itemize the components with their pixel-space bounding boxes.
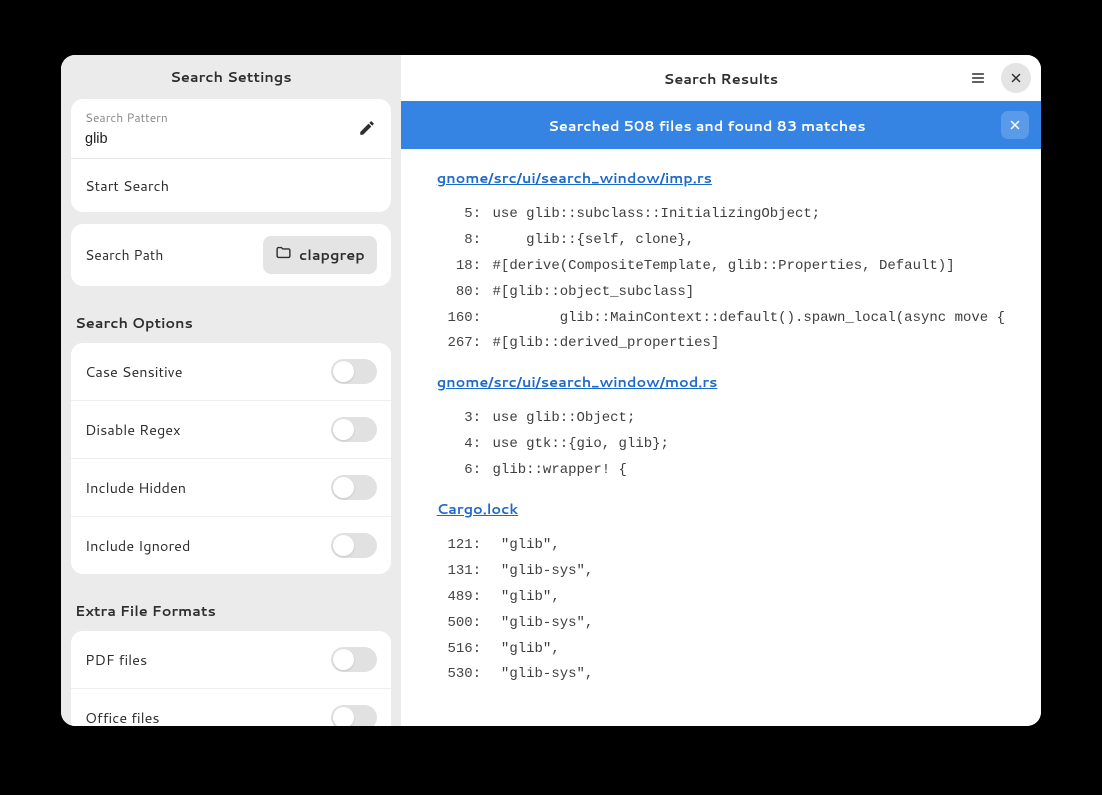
match-line[interactable]: 121: "glib", [437,533,1005,559]
search-pattern-input[interactable] [85,131,357,147]
match-text: use gtk::{gio, glib}; [493,432,669,458]
match-line[interactable]: 18: #[derive(CompositeTemplate, glib::Pr… [437,254,1005,280]
match-line[interactable]: 131: "glib-sys", [437,559,1005,585]
search-path-card: Search Path clapgrep [71,224,391,286]
line-number: 18 [437,254,473,280]
match-text: #[derive(CompositeTemplate, glib::Proper… [493,254,955,280]
line-number: 530 [437,662,473,688]
match-text: "glib", [493,637,560,663]
banner-close-button[interactable] [1001,111,1029,139]
toggle-switch[interactable] [331,475,377,500]
match-line[interactable]: 3: use glib::Object; [437,406,1005,432]
match-text: glib::wrapper! { [493,458,627,484]
match-text: use glib::subclass::InitializingObject; [493,202,821,228]
line-number: 3 [437,406,473,432]
search-pattern-card: Search Pattern Start Search [71,99,391,212]
match-line[interactable]: 6: glib::wrapper! { [437,458,1005,484]
pencil-icon[interactable] [357,118,377,138]
option-label: Include Ignored [85,535,190,556]
options-row: Case Sensitive [71,343,391,401]
toggle-switch[interactable] [331,359,377,384]
line-number: 160 [437,306,473,332]
match-text: "glib-sys", [493,662,594,688]
match-text: "glib", [493,585,560,611]
banner-text: Searched 508 files and found 83 matches [413,115,1001,136]
sidebar-content: Search Pattern Start Search Search Path [61,99,401,726]
search-options-card: Case Sensitive Disable Regex Include Hidde… [71,343,391,574]
line-number: 489 [437,585,473,611]
options-row: Include Hidden [71,459,391,517]
extra-formats-title: Extra File Formats [71,586,391,631]
toggle-switch[interactable] [331,705,377,726]
match-text: #[glib::object_subclass] [493,280,695,306]
option-label: Office files [85,707,160,726]
hamburger-menu-button[interactable] [963,63,993,93]
main-header: Search Results [401,55,1041,101]
sidebar-title: Search Settings [61,55,401,99]
option-label: Include Hidden [85,477,186,498]
line-number: 267 [437,331,473,357]
folder-icon [275,244,292,266]
match-line[interactable]: 516: "glib", [437,637,1005,663]
window-close-button[interactable] [1001,63,1031,93]
sidebar: Search Settings Search Pattern Start Sea… [61,55,401,726]
line-number: 5 [437,202,473,228]
line-number: 6 [437,458,473,484]
result-file-link[interactable]: gnome/src/ui/search_window/imp.rs [437,167,1005,188]
search-path-button[interactable]: clapgrep [263,236,377,274]
line-number: 500 [437,611,473,637]
match-line[interactable]: 489: "glib", [437,585,1005,611]
match-line[interactable]: 530: "glib-sys", [437,662,1005,688]
option-label: Case Sensitive [85,361,183,382]
match-text: use glib::Object; [493,406,636,432]
search-options-title: Search Options [71,298,391,343]
line-number: 4 [437,432,473,458]
search-pattern-row[interactable]: Search Pattern [71,99,391,159]
match-text: "glib-sys", [493,559,594,585]
toggle-switch[interactable] [331,647,377,672]
match-line[interactable]: 267: #[glib::derived_properties] [437,331,1005,357]
options-row: Include Ignored [71,517,391,574]
match-text: glib::MainContext::default().spawn_local… [493,306,1005,332]
option-label: Disable Regex [85,419,181,440]
match-line[interactable]: 5: use glib::subclass::InitializingObjec… [437,202,1005,228]
match-line[interactable]: 160: glib::MainContext::default().spawn_… [437,306,1005,332]
options-row: Disable Regex [71,401,391,459]
search-pattern-label: Search Pattern [85,109,357,126]
toggle-switch[interactable] [331,533,377,558]
match-text: "glib", [493,533,560,559]
line-number: 516 [437,637,473,663]
app-window: Search Settings Search Pattern Start Sea… [61,55,1041,726]
match-text: #[glib::derived_properties] [493,331,720,357]
search-path-value: clapgrep [299,244,365,265]
match-line[interactable]: 80: #[glib::object_subclass] [437,280,1005,306]
line-number: 80 [437,280,473,306]
main-panel: Search Results Searched 508 files and fo… [401,55,1041,726]
toggle-switch[interactable] [331,417,377,442]
result-file-link[interactable]: Cargo.lock [437,498,1005,519]
match-line[interactable]: 4: use gtk::{gio, glib}; [437,432,1005,458]
option-label: PDF files [85,649,147,670]
extra-row: Office files [71,689,391,726]
result-file-link[interactable]: gnome/src/ui/search_window/mod.rs [437,371,1005,392]
search-path-label: Search Path [85,245,163,265]
match-line[interactable]: 500: "glib-sys", [437,611,1005,637]
match-line[interactable]: 8: glib::{self, clone}, [437,228,1005,254]
start-search-button[interactable]: Start Search [71,159,391,212]
line-number: 121 [437,533,473,559]
results-banner: Searched 508 files and found 83 matches [401,101,1041,149]
extra-formats-card: PDF files Office files [71,631,391,726]
results-list[interactable]: gnome/src/ui/search_window/imp.rs 5: use … [401,149,1041,726]
results-title: Search Results [401,68,1041,89]
line-number: 8 [437,228,473,254]
match-text: "glib-sys", [493,611,594,637]
match-text: glib::{self, clone}, [493,228,695,254]
line-number: 131 [437,559,473,585]
extra-row: PDF files [71,631,391,689]
